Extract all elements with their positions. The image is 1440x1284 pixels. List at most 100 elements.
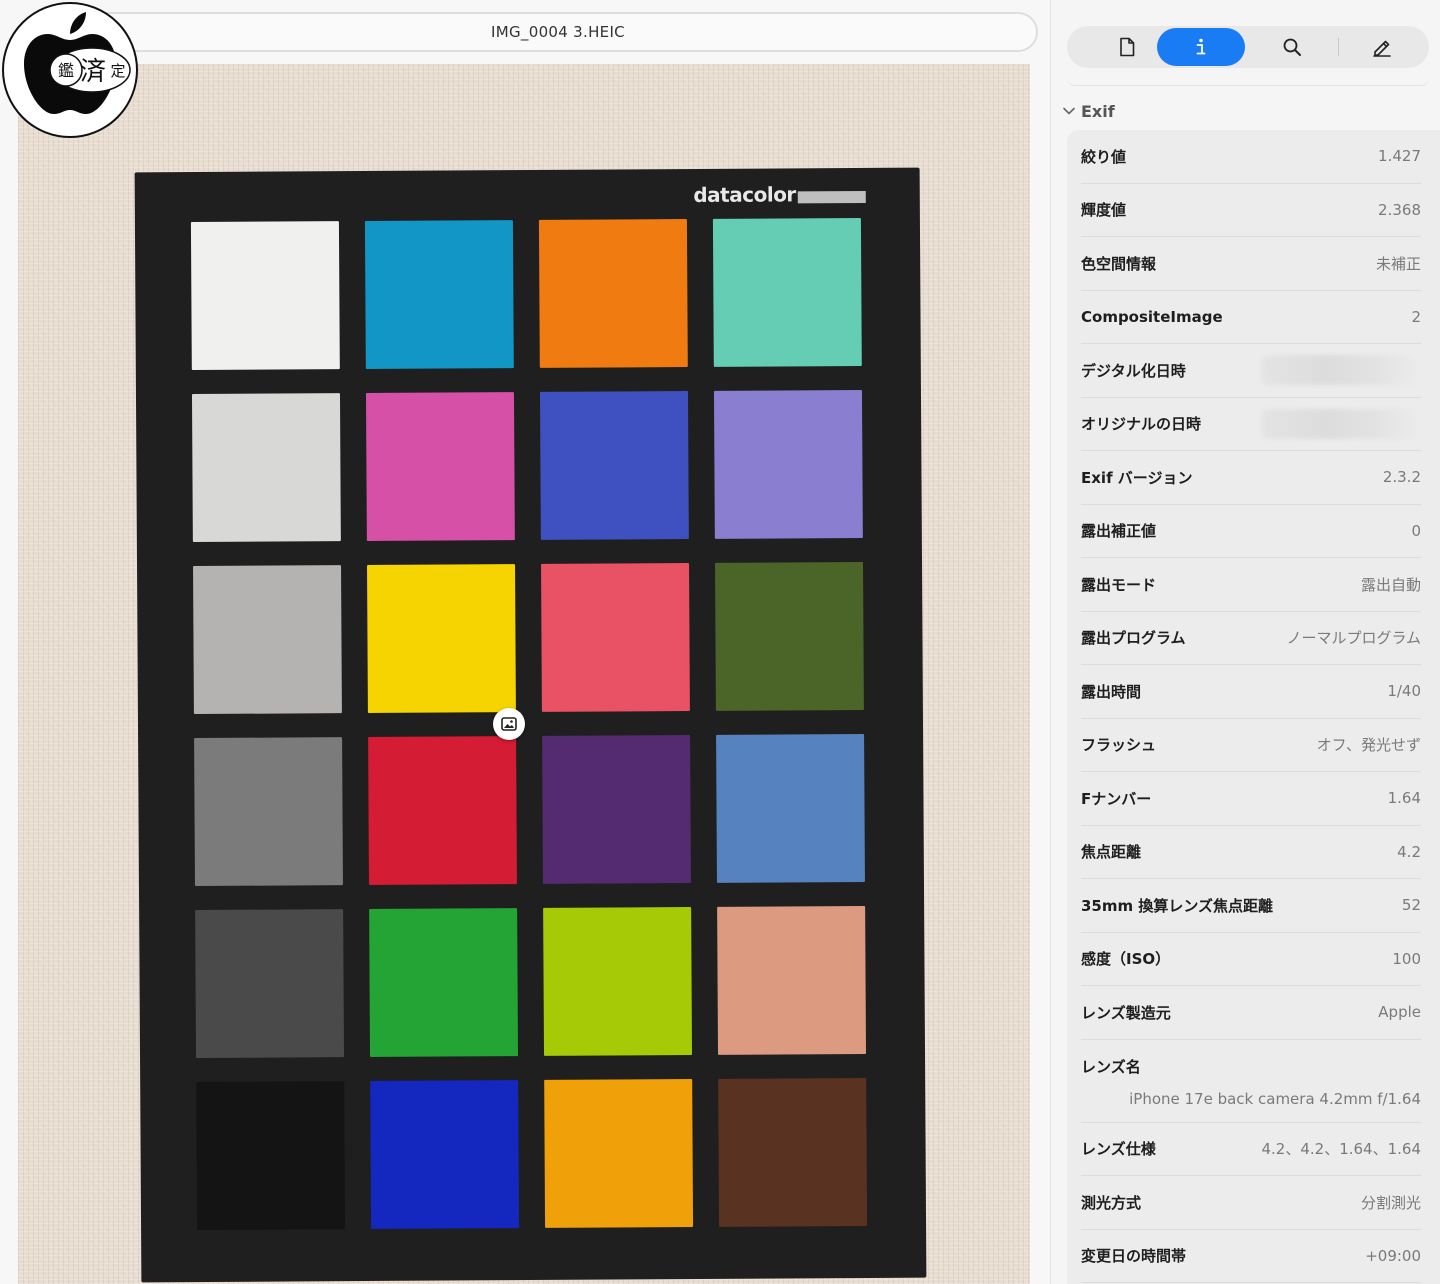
exif-row: 焦点距離 4.2 (1081, 826, 1421, 879)
exif-row: 絞り値 1.427 (1081, 130, 1421, 184)
exif-row: 測光方式 分割測光 (1081, 1176, 1421, 1230)
exif-row: レンズ名 iPhone 17e back camera 4.2mm f/1.64 (1081, 1040, 1421, 1123)
exif-row: 露出補正値 0 (1081, 505, 1421, 558)
color-patch (539, 391, 689, 540)
color-patch (718, 1077, 868, 1227)
color-patch (538, 219, 688, 368)
color-patch (196, 1081, 346, 1231)
exif-value: 分割測光 (1360, 1193, 1421, 1212)
exif-row: レンズ製造元 Apple (1081, 986, 1421, 1040)
pencil-icon (1373, 40, 1391, 57)
color-patch (712, 217, 862, 367)
chart-brand-text: datacolor (693, 182, 796, 207)
chart-brand-bar (797, 190, 866, 204)
exif-row: 感度（ISO） 100 (1081, 933, 1421, 986)
exif-row: デジタル化日時 (1081, 344, 1421, 398)
color-patch (193, 565, 342, 715)
exif-label: 露出時間 (1081, 682, 1142, 701)
chevron-down-icon (1063, 107, 1075, 115)
exif-row: レンズ仕様 4.2、4.2、1.64、1.64 (1081, 1123, 1421, 1176)
file-title: IMG_0004 3.HEIC (491, 23, 625, 41)
exif-value: 2 (1411, 307, 1421, 326)
tab-info[interactable] (1157, 28, 1245, 66)
exif-value: 1.427 (1378, 147, 1421, 166)
chart-brand-logo: datacolor (693, 182, 866, 207)
color-patch (716, 733, 865, 883)
exif-label: 露出プログラム (1081, 629, 1186, 648)
color-patch (715, 561, 864, 711)
exif-row: 露出モード 露出自動 (1081, 558, 1421, 612)
exif-value: ノーマルプログラム (1286, 629, 1421, 648)
exif-row: 色空間情報 未補正 (1081, 237, 1421, 291)
exif-label: レンズ名 (1081, 1057, 1141, 1076)
exif-label: Fナンバー (1081, 789, 1152, 808)
exif-value: オフ、発光せず (1316, 736, 1421, 755)
color-patch (368, 736, 517, 885)
info-icon (1196, 38, 1206, 55)
color-patch (195, 909, 345, 1059)
exif-value: iPhone 17e back camera 4.2mm f/1.64 (1129, 1089, 1421, 1108)
file-title-bar[interactable]: IMG_0004 3.HEIC (78, 12, 1038, 52)
exif-row: 輝度値 2.368 (1081, 184, 1421, 237)
exif-label: デジタル化日時 (1081, 361, 1186, 380)
exif-row: 変更日の時間帯 +09:00 (1081, 1230, 1421, 1283)
exif-label: フラッシュ (1081, 736, 1157, 755)
svg-text:済: 済 (80, 57, 106, 87)
exif-label: 変更日の時間帯 (1081, 1247, 1187, 1266)
exif-row: オリジナルの日時 (1081, 398, 1421, 451)
color-patch (717, 905, 867, 1055)
tab-markup[interactable] (1338, 28, 1426, 66)
color-patch (191, 393, 341, 543)
exif-value: 2.3.2 (1382, 468, 1421, 487)
exif-label: 焦点距離 (1081, 843, 1142, 862)
image-viewer: IMG_0004 3.HEIC datacolor 鑑 済 定 (0, 0, 1050, 1284)
color-patch (369, 908, 519, 1057)
exif-value: 露出自動 (1360, 575, 1421, 594)
exif-row: Fナンバー 1.64 (1081, 772, 1421, 826)
color-patch (542, 735, 691, 884)
color-patch (544, 1079, 694, 1228)
exif-row: 露出時間 1/40 (1081, 665, 1421, 719)
redacted-value (1261, 408, 1421, 439)
exif-value: 0 (1411, 521, 1421, 540)
document-icon (1120, 37, 1135, 57)
color-patch (364, 220, 514, 369)
exif-value: 1.64 (1387, 789, 1421, 808)
exif-section-header[interactable]: Exif (1063, 100, 1115, 122)
toolbar-separator (1067, 78, 1429, 86)
exif-label: 測光方式 (1081, 1193, 1142, 1212)
tab-search[interactable] (1248, 28, 1336, 66)
exif-label: 35mm 換算レンズ焦点距離 (1081, 896, 1274, 915)
inspector-toolbar (1067, 26, 1429, 68)
color-patch (370, 1080, 520, 1229)
color-patch (543, 907, 693, 1056)
exif-row: Exif バージョン 2.3.2 (1081, 451, 1421, 505)
exif-label: レンズ製造元 (1081, 1003, 1171, 1022)
exif-value: 4.2 (1397, 842, 1421, 861)
exif-value: +09:00 (1365, 1246, 1421, 1265)
color-patch-grid (190, 217, 869, 1234)
photo-canvas[interactable]: datacolor (18, 64, 1030, 1284)
exif-value: Apple (1378, 1003, 1421, 1022)
exif-section-title: Exif (1081, 101, 1115, 121)
exif-label: 露出補正値 (1081, 522, 1157, 541)
exif-label: オリジナルの日時 (1081, 415, 1202, 434)
exif-list[interactable]: 絞り値 1.427 輝度値 2.368 色空間情報 未補正 CompositeImage 2 デ… (1067, 130, 1440, 1284)
color-patch (367, 564, 516, 713)
live-text-badge[interactable] (493, 708, 525, 740)
color-patch (541, 563, 690, 712)
app-window: IMG_0004 3.HEIC datacolor 鑑 済 定 Exif 絞り値… (0, 0, 1440, 1284)
color-patch (365, 392, 515, 541)
color-chart-card: datacolor (134, 167, 927, 1283)
exif-label: 輝度値 (1081, 201, 1127, 220)
exif-label: レンズ仕様 (1081, 1140, 1156, 1159)
exif-label: 絞り値 (1081, 147, 1127, 166)
apple-seal-graphic: 鑑 済 定 (24, 12, 131, 114)
exif-value: 52 (1401, 896, 1421, 915)
exif-value: 4.2、4.2、1.64、1.64 (1261, 1140, 1421, 1159)
exif-row: 35mm 換算レンズ焦点距離 52 (1081, 879, 1421, 933)
exif-label: 色空間情報 (1081, 254, 1157, 273)
exif-label: 露出モード (1081, 575, 1157, 594)
svg-text:鑑: 鑑 (58, 61, 74, 80)
color-patch (190, 221, 340, 371)
